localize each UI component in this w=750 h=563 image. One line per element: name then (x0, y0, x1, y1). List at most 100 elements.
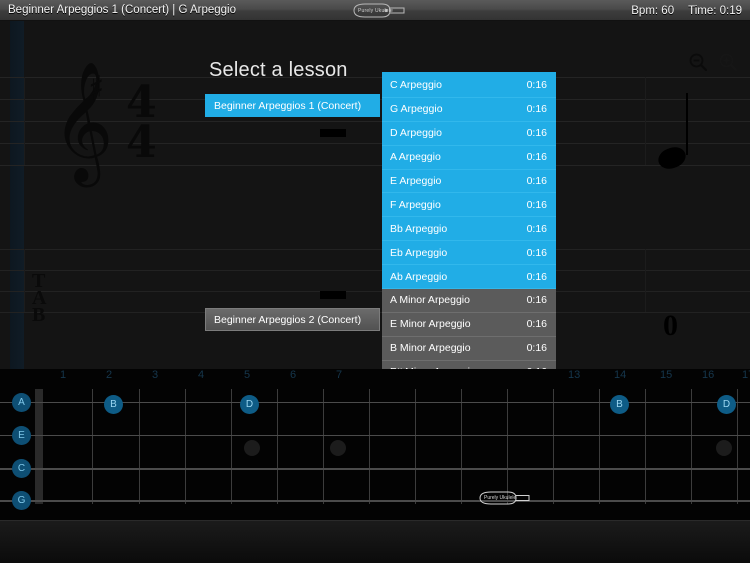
fret-number: 3 (152, 369, 159, 381)
lesson-group-label: Beginner Arpeggios 2 (Concert) (214, 313, 362, 326)
time-readout: Time: 0:19 (688, 4, 742, 17)
lesson-duration: 0:16 (526, 151, 547, 164)
barline (24, 249, 25, 312)
lesson-name: A Arpeggio (390, 151, 441, 164)
lesson-duration: 0:16 (526, 318, 547, 331)
lesson-name: Bb Arpeggio (390, 222, 448, 235)
lesson-duration: 0:16 (526, 127, 547, 140)
fretboard-note: D (240, 395, 259, 414)
fretboard-panel[interactable]: 1 2 3 4 5 6 7 13 14 15 16 17 AECG B D B D (0, 369, 750, 520)
lesson-list-item[interactable]: Ab Arpeggio 0:16 (382, 265, 556, 290)
lesson-duration: 0:16 (526, 294, 547, 307)
time-signature: 4 4 (126, 81, 157, 168)
fret-inlay-dot (716, 440, 732, 456)
fret-wire (599, 389, 600, 504)
staff-left-gutter (10, 21, 24, 369)
lesson-duration: 0:16 (526, 198, 547, 211)
lesson-list-item[interactable]: Bb Arpeggio 0:16 (382, 217, 556, 242)
time-signature-bottom: 4 (126, 117, 157, 168)
lesson-selector-heading: Select a lesson (209, 59, 348, 81)
fretboard-note: D (717, 395, 736, 414)
bpm-readout: Bpm: 60 (631, 4, 675, 17)
fret-number: 14 (614, 369, 627, 381)
fret-number: 17 (742, 369, 750, 381)
fret-number: 2 (106, 369, 113, 381)
lesson-list-item[interactable]: A Arpeggio 0:16 (382, 145, 556, 170)
note-head (655, 143, 689, 173)
lesson-duration: 0:16 (526, 270, 547, 283)
lesson-name: G Arpeggio (390, 103, 443, 116)
fret-wire (369, 389, 370, 504)
string-c (0, 468, 750, 470)
fret-number: 6 (290, 369, 297, 381)
fret-wire (645, 389, 646, 504)
lesson-list-item[interactable]: Eb Arpeggio 0:16 (382, 241, 556, 266)
lesson-name: B Minor Arpeggio (390, 342, 471, 355)
tab-fret-number: 0 (663, 309, 678, 342)
lesson-list-item[interactable]: F Arpeggio 0:16 (382, 193, 556, 218)
lesson-name: D Arpeggio (390, 127, 442, 140)
lesson-list-item[interactable]: C Arpeggio 0:16 (382, 74, 556, 98)
lesson-group-beginner-arpeggios-2[interactable]: Beginner Arpeggios 2 (Concert) (205, 308, 380, 331)
page-title: Beginner Arpeggios 1 (Concert) | G Arpeg… (8, 4, 237, 16)
fret-number: 15 (660, 369, 673, 381)
lesson-name: A Minor Arpeggio (390, 294, 470, 307)
zoom-in-icon[interactable] (718, 52, 738, 72)
watermark-text: Purely Ukulele (484, 495, 517, 501)
lesson-name: Eb Arpeggio (390, 246, 448, 259)
fret-wire (507, 389, 508, 504)
fret-wire (139, 389, 140, 504)
barline (645, 77, 646, 165)
lesson-duration: 0:16 (526, 79, 547, 92)
fret-wire (323, 389, 324, 504)
fretboard-note: B (610, 395, 629, 414)
lesson-name: F Arpeggio (390, 198, 441, 211)
fret-wire (92, 389, 93, 504)
lesson-list-item[interactable]: G Arpeggio 0:16 (382, 97, 556, 122)
lesson-group-beginner-arpeggios-1[interactable]: Beginner Arpeggios 1 (Concert) (205, 94, 380, 117)
barline (645, 249, 646, 312)
purely-ukulele-watermark-icon: Purely Ukulele (466, 491, 532, 505)
note-stem (686, 93, 688, 155)
lesson-list-item[interactable]: D Arpeggio 0:16 (382, 121, 556, 146)
fretboard-note: B (104, 395, 123, 414)
fret-inlay-dot (330, 440, 346, 456)
tab-line (0, 270, 750, 271)
string-label-e: E (12, 426, 31, 445)
tab-label-b: B (32, 304, 46, 326)
string-label-a: A (12, 393, 31, 412)
fret-number: 1 (60, 369, 67, 381)
purely-ukulele-logo-icon: Purely Ukulele (336, 3, 408, 18)
fret-wire (277, 389, 278, 504)
lesson-group-label: Beginner Arpeggios 1 (Concert) (214, 99, 362, 112)
fret-number: 4 (198, 369, 205, 381)
tab-label: T A B (32, 271, 46, 326)
lesson-name: Ab Arpeggio (390, 270, 448, 283)
fret-wire (231, 389, 232, 504)
lesson-list-item[interactable]: E Minor Arpeggio 0:16 (382, 312, 556, 337)
notation-panel[interactable]: 𝄞 ♯ 4 4 T A B 0 Select a lesson Beginner… (0, 21, 750, 369)
title-bar: Beginner Arpeggios 1 (Concert) | G Arpeg… (0, 0, 750, 21)
fret-wire (185, 389, 186, 504)
bottom-toolbar: Lesson SelectorCustom LessonMetronomePla… (0, 520, 750, 563)
fret-wire (691, 389, 692, 504)
lesson-list-item[interactable]: A Minor Arpeggio 0:16 (382, 289, 556, 313)
tab-line (0, 249, 750, 250)
fretboard-nut (35, 389, 43, 504)
fret-number: 7 (336, 369, 343, 381)
barline (24, 77, 25, 165)
lesson-duration: 0:16 (526, 246, 547, 259)
fret-wire (461, 389, 462, 504)
string-g (0, 500, 750, 502)
string-label-g: G (12, 491, 31, 510)
lesson-list-item[interactable]: E Arpeggio 0:16 (382, 169, 556, 194)
string-label-c: C (12, 459, 31, 478)
fret-number: 5 (244, 369, 251, 381)
fret-number: 16 (702, 369, 715, 381)
zoom-out-icon[interactable] (688, 52, 708, 72)
sharp-key-signature-icon: ♯ (88, 69, 105, 109)
lesson-list-item[interactable]: B Minor Arpeggio 0:16 (382, 336, 556, 361)
lesson-duration: 0:16 (526, 222, 547, 235)
fret-wire (737, 389, 738, 504)
lesson-duration: 0:16 (526, 175, 547, 187)
